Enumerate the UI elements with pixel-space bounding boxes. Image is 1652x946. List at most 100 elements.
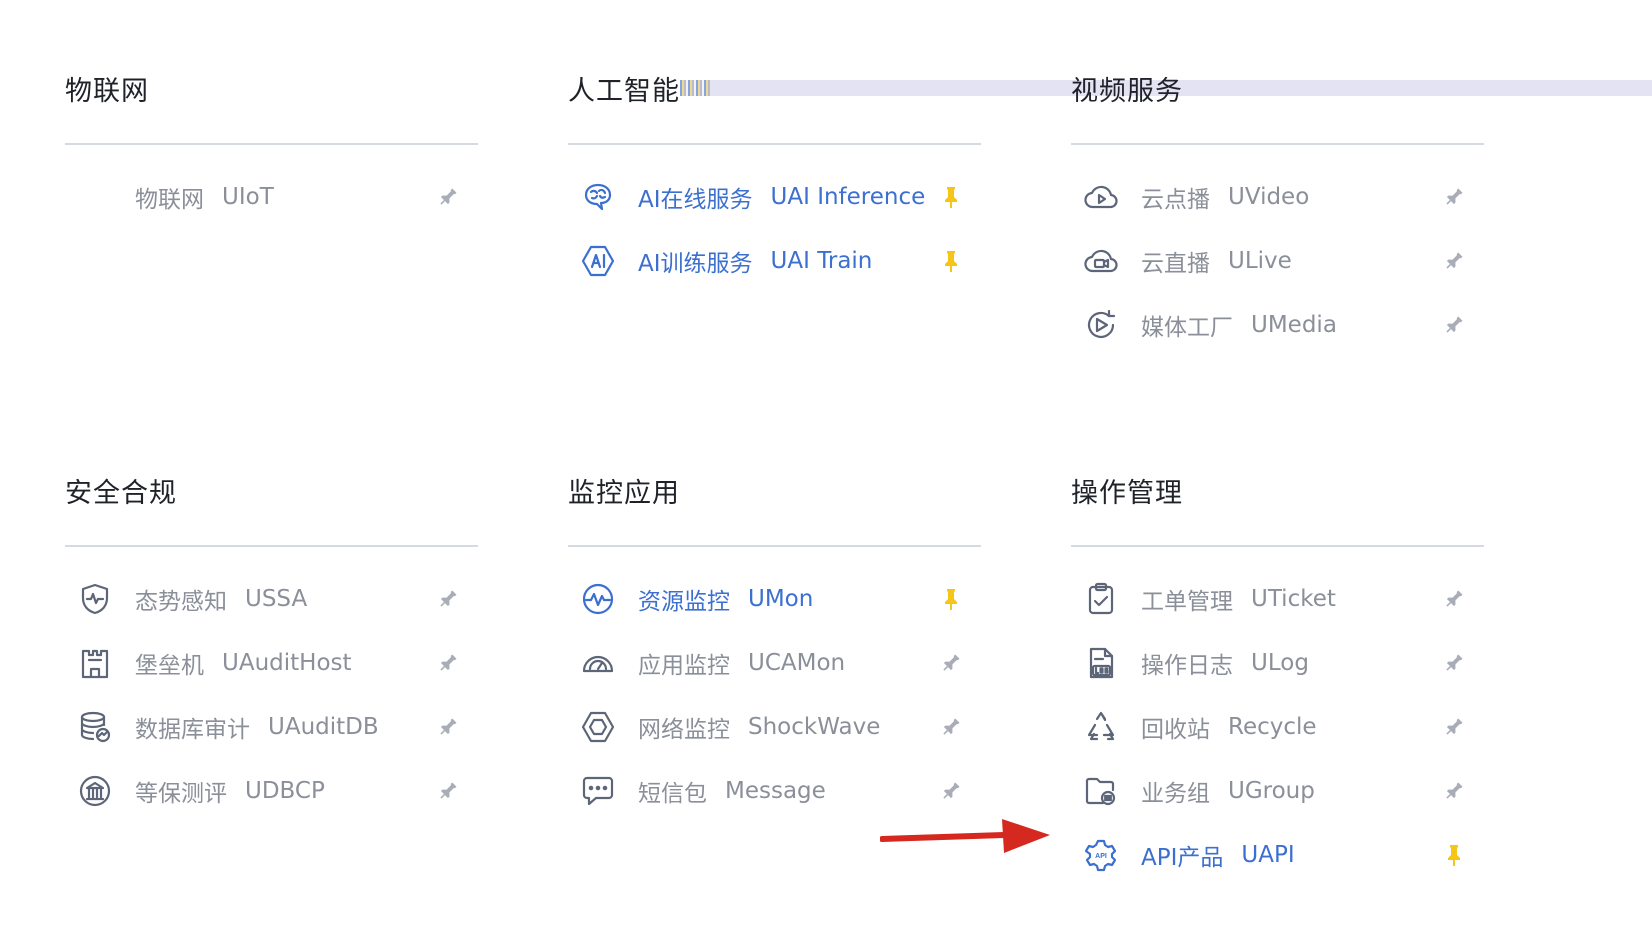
pin-icon-pinned[interactable] — [937, 183, 965, 211]
product-label: 资源监控 — [638, 589, 730, 615]
product-code: UAuditHost — [222, 650, 352, 676]
product-item-uvideo[interactable]: 云点播 UVideo — [1071, 165, 1484, 229]
blank-icon — [75, 177, 115, 217]
section-monitoring: 监控应用 资源监控 UMon 应用监控 UCAMon 网络监控 ShockWav… — [568, 474, 981, 823]
product-label: 物联网 — [135, 187, 204, 213]
api-gear-icon: API — [1081, 835, 1121, 875]
section-title: 视频服务 — [1071, 76, 1183, 107]
network-hexagon-icon — [578, 707, 618, 747]
product-label: 态势感知 — [135, 589, 227, 615]
product-item-uai-train[interactable]: AI训练服务 UAI Train — [568, 229, 981, 293]
pin-icon-pinned[interactable] — [937, 247, 965, 275]
pin-icon-pinned[interactable] — [1440, 841, 1468, 869]
section-title: 监控应用 — [568, 478, 680, 509]
pin-icon-unpinned[interactable] — [937, 649, 965, 677]
product-list: 资源监控 UMon 应用监控 UCAMon 网络监控 ShockWave 短信包 — [568, 567, 981, 823]
pin-icon-unpinned[interactable] — [434, 585, 462, 613]
product-label: 网络监控 — [638, 717, 730, 743]
product-item-uiot[interactable]: 物联网 UIoT — [65, 165, 478, 229]
product-label: 短信包 — [638, 781, 707, 807]
product-item-uapi[interactable]: API API产品 UAPI — [1071, 823, 1484, 887]
product-item-recycle[interactable]: 回收站 Recycle — [1071, 695, 1484, 759]
pin-icon-unpinned[interactable] — [1440, 649, 1468, 677]
pin-icon-pinned[interactable] — [937, 585, 965, 613]
product-label: 应用监控 — [638, 653, 730, 679]
product-item-uai-inference[interactable]: AI在线服务 UAI Inference — [568, 165, 981, 229]
section-title: 安全合规 — [65, 478, 177, 509]
product-label: AI训练服务 — [638, 251, 753, 277]
ai-hexagon-icon — [578, 241, 618, 281]
product-label: 云点播 — [1141, 187, 1210, 213]
product-item-ucamon[interactable]: 应用监控 UCAMon — [568, 631, 981, 695]
pin-icon-unpinned[interactable] — [434, 183, 462, 211]
section-divider — [65, 143, 478, 145]
product-code: UVideo — [1228, 184, 1310, 210]
product-item-uauditdb[interactable]: 数据库审计 UAuditDB — [65, 695, 478, 759]
section-divider — [1071, 545, 1484, 547]
product-item-uticket[interactable]: 工单管理 UTicket — [1071, 567, 1484, 631]
product-code: UGroup — [1228, 778, 1315, 804]
product-code: UTicket — [1251, 586, 1336, 612]
section-divider — [1071, 143, 1484, 145]
svg-text:API: API — [1095, 853, 1107, 860]
product-code: UDBCP — [245, 778, 325, 804]
pin-icon-unpinned[interactable] — [1440, 183, 1468, 211]
section-security: 安全合规 态势感知 USSA 堡垒机 UAuditHost 数据库审计 UAud… — [65, 474, 478, 823]
product-code: USSA — [245, 586, 308, 612]
product-item-ussa[interactable]: 态势感知 USSA — [65, 567, 478, 631]
product-code: ULog — [1251, 650, 1309, 676]
pin-icon-unpinned[interactable] — [1440, 247, 1468, 275]
product-item-shockwave[interactable]: 网络监控 ShockWave — [568, 695, 981, 759]
pin-icon-unpinned[interactable] — [1440, 311, 1468, 339]
brain-icon — [578, 177, 618, 217]
product-code: UIoT — [222, 184, 274, 210]
product-item-uaudithost[interactable]: 堡垒机 UAuditHost — [65, 631, 478, 695]
section-video: 视频服务 云点播 UVideo 云直播 ULive 媒体工厂 UMedia — [1071, 72, 1484, 357]
product-code: UAI Inference — [770, 184, 926, 210]
pin-icon-unpinned[interactable] — [937, 713, 965, 741]
group-folder-icon — [1081, 771, 1121, 811]
product-code: UMon — [748, 586, 814, 612]
product-list: 工单管理 UTicket 操作日志 ULog 回收站 Recycle 业务组 U… — [1071, 567, 1484, 887]
red-arrow-annotation — [880, 819, 1050, 853]
section-ai: 人工智能 AI在线服务 UAI Inference AI训练服务 UAI Tra… — [568, 72, 981, 293]
media-play-icon — [1081, 305, 1121, 345]
product-label: 数据库审计 — [135, 717, 250, 743]
product-item-ugroup[interactable]: 业务组 UGroup — [1071, 759, 1484, 823]
product-list: 物联网 UIoT — [65, 165, 478, 229]
database-check-icon — [75, 707, 115, 747]
section-operations: 操作管理 工单管理 UTicket 操作日志 ULog 回收站 Recycle — [1071, 474, 1484, 887]
product-item-umon[interactable]: 资源监控 UMon — [568, 567, 981, 631]
product-item-umedia[interactable]: 媒体工厂 UMedia — [1071, 293, 1484, 357]
section-divider — [65, 545, 478, 547]
pin-icon-unpinned[interactable] — [1440, 713, 1468, 741]
product-code: UAPI — [1241, 842, 1295, 868]
cloud-camera-icon — [1081, 241, 1121, 281]
product-label: AI在线服务 — [638, 187, 753, 213]
pin-icon-unpinned[interactable] — [434, 777, 462, 805]
section-divider — [568, 143, 981, 145]
product-label: 堡垒机 — [135, 653, 204, 679]
cloud-play-icon — [1081, 177, 1121, 217]
product-code: UMedia — [1251, 312, 1337, 338]
pin-icon-unpinned[interactable] — [434, 713, 462, 741]
product-code: ShockWave — [748, 714, 881, 740]
section-iot: 物联网 物联网 UIoT — [65, 72, 478, 229]
pulse-circle-icon — [578, 579, 618, 619]
product-code: UCAMon — [748, 650, 846, 676]
castle-icon — [75, 643, 115, 683]
section-divider — [568, 545, 981, 547]
bank-icon — [75, 771, 115, 811]
pin-icon-unpinned[interactable] — [937, 777, 965, 805]
pin-icon-unpinned[interactable] — [1440, 777, 1468, 805]
pin-icon-unpinned[interactable] — [1440, 585, 1468, 613]
pin-icon-unpinned[interactable] — [434, 649, 462, 677]
product-item-ulog[interactable]: 操作日志 ULog — [1071, 631, 1484, 695]
product-item-message[interactable]: 短信包 Message — [568, 759, 981, 823]
product-label: API产品 — [1141, 845, 1224, 871]
product-label: 等保测评 — [135, 781, 227, 807]
product-item-udbcp[interactable]: 等保测评 UDBCP — [65, 759, 478, 823]
product-item-ulive[interactable]: 云直播 ULive — [1071, 229, 1484, 293]
product-code: Message — [725, 778, 826, 804]
message-icon — [578, 771, 618, 811]
